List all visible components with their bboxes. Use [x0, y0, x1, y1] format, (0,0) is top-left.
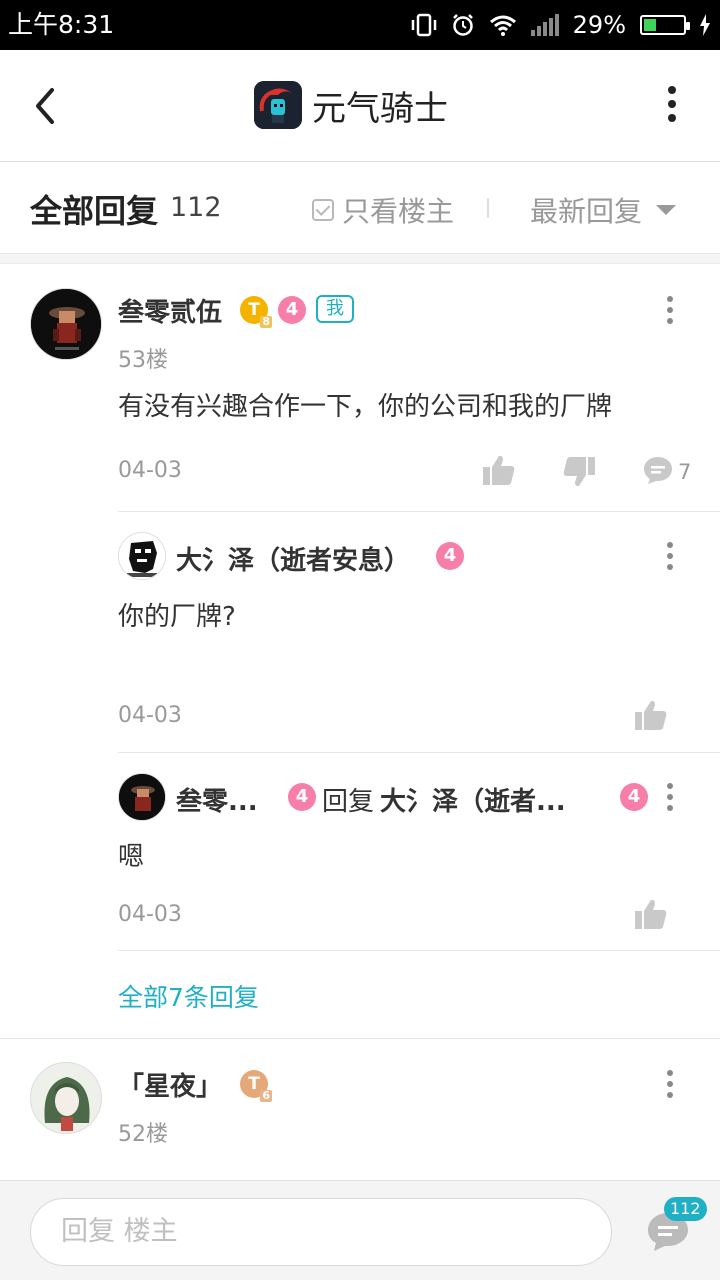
- level-badge: 4: [278, 296, 306, 324]
- comment-icon[interactable]: [642, 454, 674, 486]
- nav-bar: 元气骑士: [0, 50, 720, 162]
- only-op-toggle[interactable]: 只看楼主: [312, 190, 454, 230]
- post-more-icon[interactable]: [666, 296, 674, 326]
- comment-count-badge: 112: [664, 1197, 707, 1221]
- view-all-replies-link[interactable]: 全部7条回复: [118, 978, 259, 1014]
- reply-word: 回复: [322, 787, 375, 817]
- sort-dropdown[interactable]: 最新回复: [530, 190, 677, 230]
- comment-count: 7: [678, 460, 692, 484]
- thumbs-down-icon[interactable]: [562, 456, 596, 488]
- battery-icon: [640, 15, 690, 35]
- post-content: 有没有兴趣合作一下，你的公司和我的厂牌: [118, 392, 613, 422]
- wifi-icon: [489, 15, 516, 36]
- divider: [118, 752, 720, 753]
- battery-percent: 29%: [572, 11, 626, 39]
- bottom-bar: 回复 楼主 112: [0, 1180, 720, 1280]
- divider: [0, 1038, 720, 1039]
- floor-number: 52楼: [118, 1122, 168, 1147]
- avatar[interactable]: [30, 288, 102, 360]
- level-badge: 4: [288, 783, 316, 811]
- reply-more-icon[interactable]: [666, 542, 674, 572]
- filter-bar: 全部回复 112 只看楼主 最新回复: [0, 162, 720, 254]
- thumbs-up-icon[interactable]: [482, 454, 516, 486]
- post-date: 04-03: [118, 458, 182, 483]
- thumbs-up-icon[interactable]: [634, 898, 668, 930]
- post-more-icon[interactable]: [666, 1070, 674, 1100]
- status-bar: 上午8:31 29%: [0, 0, 720, 50]
- reply-input[interactable]: 回复 楼主: [30, 1198, 612, 1266]
- bronze-title-badge-icon: T6: [240, 1070, 272, 1102]
- level-badge: 4: [436, 542, 464, 570]
- reply-more-icon[interactable]: [666, 783, 674, 813]
- checkbox-icon[interactable]: [312, 199, 334, 221]
- reply-date: 04-03: [118, 703, 182, 728]
- charging-icon: [700, 14, 710, 36]
- divider: [118, 511, 720, 512]
- floor-number: 53楼: [118, 348, 168, 373]
- app-logo-icon: [254, 81, 302, 129]
- nav-title-group: 元气骑士: [254, 80, 448, 130]
- avatar[interactable]: [118, 773, 166, 821]
- me-badge: 我: [316, 295, 354, 323]
- reply-date: 04-03: [118, 902, 182, 927]
- username[interactable]: 「星夜」: [118, 1066, 222, 1103]
- reply-content: 你的厂牌?: [118, 602, 236, 632]
- level-badge: 4: [620, 783, 648, 811]
- section-gap: [0, 254, 720, 264]
- all-replies-label: 全部回复: [30, 192, 159, 230]
- username[interactable]: 叁零贰伍: [118, 292, 222, 329]
- status-time: 上午8:31: [8, 10, 115, 39]
- more-options-icon[interactable]: [664, 86, 680, 126]
- avatar[interactable]: [118, 532, 166, 580]
- vibrate-icon: [411, 13, 436, 37]
- avatar[interactable]: [30, 1062, 102, 1134]
- reply-to-username[interactable]: 大氵泽（逝者...: [380, 781, 566, 818]
- reply-content: 嗯: [118, 842, 145, 872]
- back-icon[interactable]: [28, 84, 68, 128]
- divider: [487, 198, 489, 218]
- alarm-icon: [452, 14, 473, 36]
- signal-icon: [530, 14, 559, 36]
- username[interactable]: 大氵泽（逝者安息）: [176, 540, 410, 577]
- divider: [118, 950, 720, 951]
- only-op-label: 只看楼主: [342, 195, 455, 228]
- gold-title-badge-icon: T8: [240, 296, 272, 328]
- username[interactable]: 叁零...: [176, 781, 258, 818]
- reply-count: 112: [170, 192, 222, 223]
- thumbs-up-icon[interactable]: [634, 699, 668, 731]
- sort-label: 最新回复: [530, 195, 643, 228]
- page-title: 元气骑士: [312, 88, 448, 129]
- caret-down-icon: [656, 205, 677, 215]
